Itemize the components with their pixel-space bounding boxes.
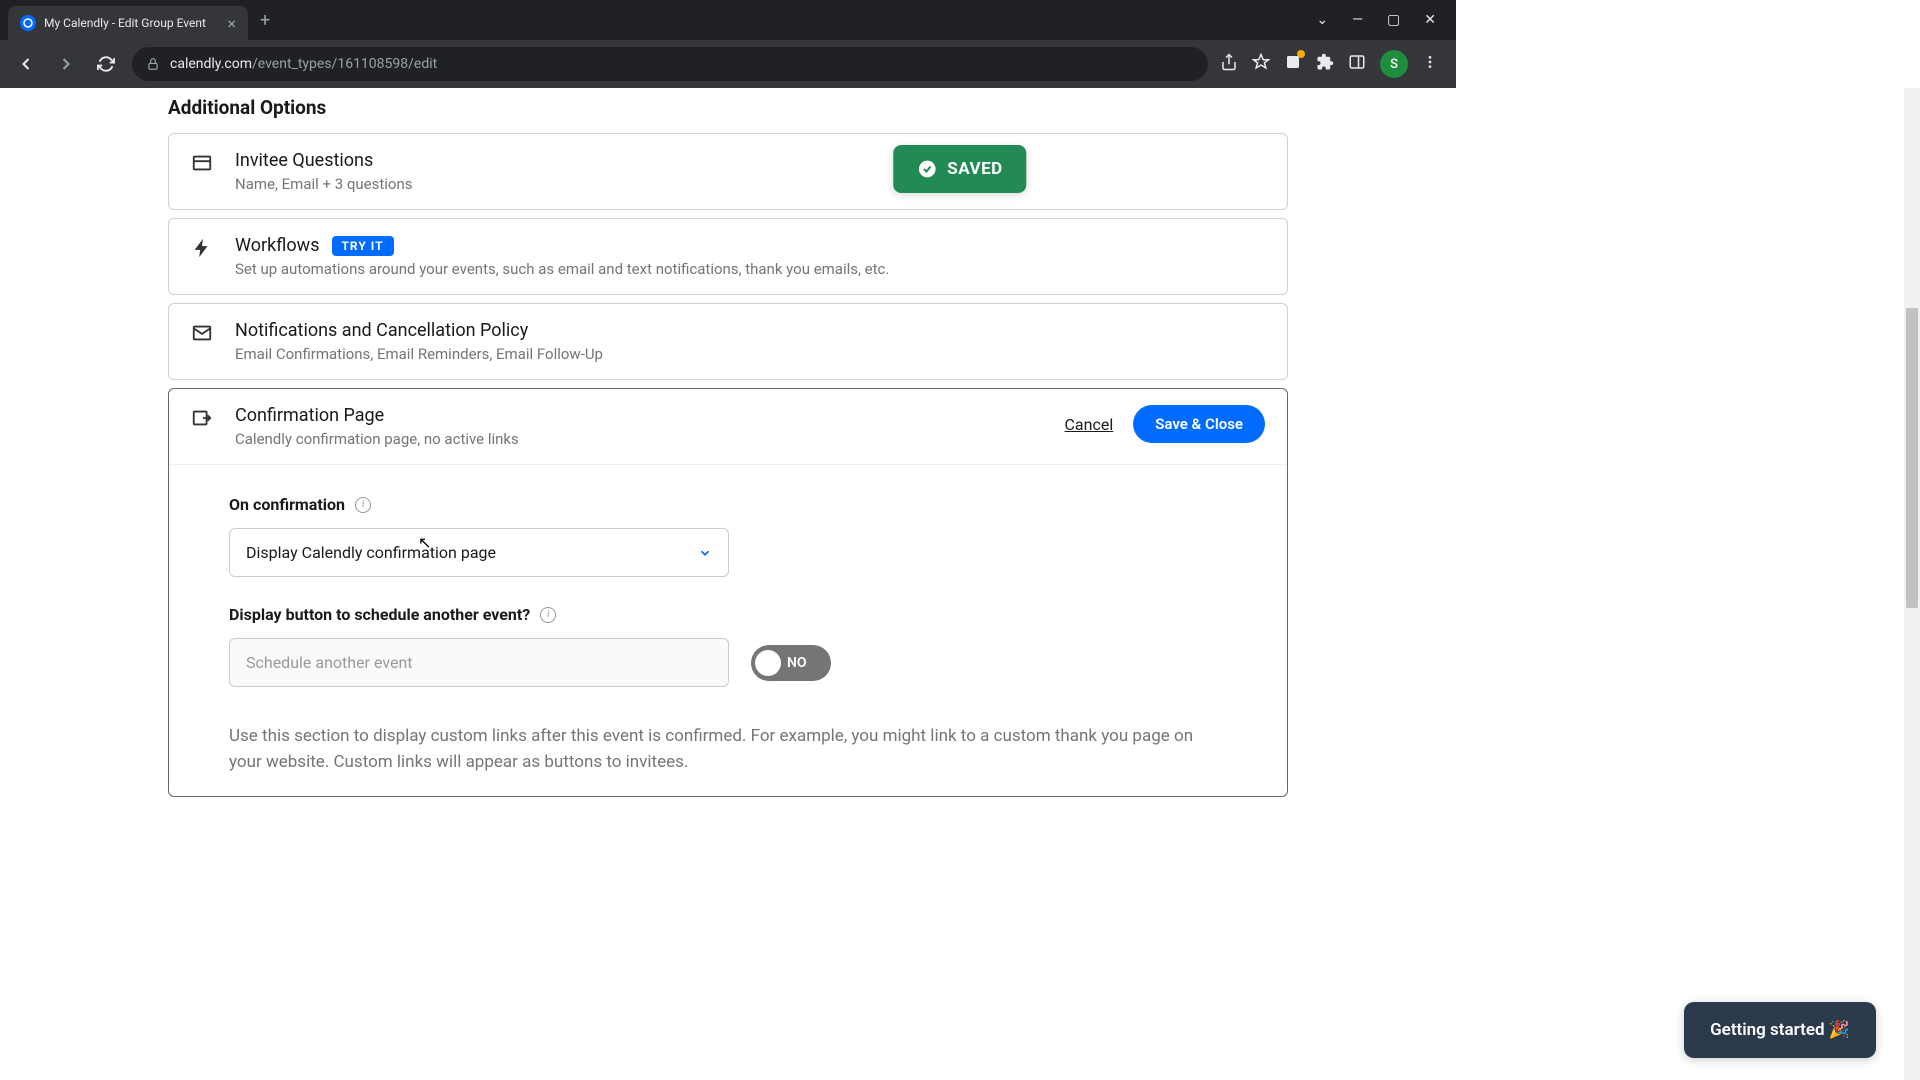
check-circle-icon [917,159,937,179]
close-window-icon[interactable]: ✕ [1424,12,1436,28]
card-subtitle: Email Confirmations, Email Reminders, Em… [235,345,1265,363]
tab-overview-icon[interactable]: ⌄ [1316,12,1328,28]
reload-button[interactable] [92,50,120,78]
section-title: Additional Options [168,88,1288,133]
lock-icon [146,57,160,71]
try-it-badge[interactable]: TRY IT [332,236,394,256]
extension-notification-icon[interactable] [1284,53,1302,75]
select-value: Display Calendly confirmation page [246,543,496,562]
sidepanel-icon[interactable] [1348,53,1366,75]
calendly-favicon-icon [20,15,36,31]
info-icon[interactable]: i [355,497,371,513]
toggle-knob [755,650,781,676]
chevron-down-icon [698,546,712,560]
arrow-right-box-icon [191,407,215,433]
on-confirmation-label: On confirmation i [229,495,1227,514]
display-button-toggle[interactable]: NO [751,645,831,681]
window-controls: ⌄ — ▢ ✕ [1296,12,1456,28]
card-notifications[interactable]: Notifications and Cancellation Policy Em… [168,303,1288,380]
mail-icon [191,322,215,348]
extensions-icon[interactable] [1316,53,1334,75]
back-button[interactable] [12,50,40,78]
minimize-icon[interactable]: — [1352,12,1363,28]
menu-icon[interactable] [1422,54,1438,74]
close-tab-icon[interactable]: × [227,14,236,33]
card-subtitle: Calendly confirmation page, no active li… [235,430,1045,448]
page-viewport: Additional Options Invitee Questions Nam… [0,88,1456,816]
getting-started-widget[interactable]: Getting started 🎉 [1684,1002,1876,1058]
browser-tab-bar: My Calendly - Edit Group Event × + ⌄ — ▢… [0,0,1456,40]
help-text: Use this section to display custom links… [229,723,1227,776]
url-host: calendly.com [170,56,252,72]
card-title: Confirmation Page [235,405,1045,426]
profile-avatar[interactable]: S [1380,50,1408,78]
saved-toast: SAVED [893,145,1026,193]
schedule-another-event-input: Schedule another event [229,638,729,687]
browser-tab[interactable]: My Calendly - Edit Group Event × [8,6,248,40]
cancel-button[interactable]: Cancel [1065,415,1114,434]
card-title: Workflows [235,235,320,256]
save-and-close-button[interactable]: Save & Close [1133,405,1265,443]
card-title: Notifications and Cancellation Policy [235,320,1265,341]
card-confirmation-page: Confirmation Page Calendly confirmation … [168,388,1288,797]
url-bar[interactable]: calendly.com/event_types/161108598/edit [132,47,1208,81]
scrollbar-thumb[interactable] [1906,308,1918,608]
tab-title: My Calendly - Edit Group Event [44,16,206,30]
card-workflows[interactable]: Workflows TRY IT Set up automations arou… [168,218,1288,295]
maximize-icon[interactable]: ▢ [1387,12,1400,28]
new-tab-button[interactable]: + [248,10,282,31]
card-subtitle: Set up automations around your events, s… [235,260,1265,278]
share-icon[interactable] [1220,53,1238,75]
bookmark-icon[interactable] [1252,53,1270,75]
url-path: /event_types/161108598/edit [252,56,437,72]
toggle-label: NO [787,655,807,671]
card-title: Invitee Questions [235,150,1265,171]
address-bar: calendly.com/event_types/161108598/edit … [0,40,1456,88]
on-confirmation-select[interactable]: Display Calendly confirmation page [229,528,729,577]
forward-button[interactable] [52,50,80,78]
lightning-icon [191,237,215,263]
display-button-label: Display button to schedule another event… [229,605,1227,624]
card-subtitle: Name, Email + 3 questions [235,175,1265,193]
scrollbar-track[interactable] [1904,88,1920,1080]
card-invitee-questions[interactable]: Invitee Questions Name, Email + 3 questi… [168,133,1288,210]
info-icon[interactable]: i [540,607,556,623]
list-icon [191,152,215,178]
